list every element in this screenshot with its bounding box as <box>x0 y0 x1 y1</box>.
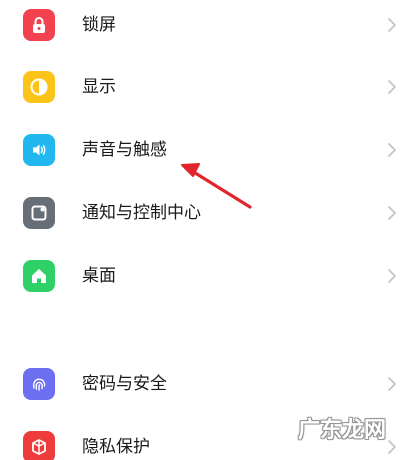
settings-item-label: 隐私保护 <box>82 437 150 457</box>
chevron-right-icon <box>388 440 396 454</box>
settings-item-label: 通知与控制中心 <box>82 203 201 223</box>
settings-item-notifications[interactable]: 通知与控制中心 <box>0 182 410 244</box>
display-icon <box>23 71 55 103</box>
settings-item-label: 密码与安全 <box>82 374 167 394</box>
chevron-right-icon <box>388 377 396 391</box>
chevron-right-icon <box>388 206 396 220</box>
settings-item-label: 锁屏 <box>82 15 116 35</box>
watermark: 广东龙网 <box>298 418 387 443</box>
home-icon <box>23 260 55 292</box>
settings-item-lock-screen[interactable]: 锁屏 <box>0 0 410 56</box>
notification-icon <box>23 197 55 229</box>
settings-item-label: 显示 <box>82 77 116 97</box>
settings-item-password-security[interactable]: 密码与安全 <box>0 353 410 415</box>
chevron-right-icon <box>388 143 396 157</box>
privacy-icon <box>23 431 55 460</box>
speaker-icon <box>23 134 55 166</box>
chevron-right-icon <box>388 80 396 94</box>
chevron-right-icon <box>388 269 396 283</box>
lock-icon <box>23 9 55 41</box>
settings-item-home-screen[interactable]: 桌面 <box>0 245 410 307</box>
settings-item-display[interactable]: 显示 <box>0 56 410 118</box>
chevron-right-icon <box>388 18 396 32</box>
settings-item-sound[interactable]: 声音与触感 <box>0 119 410 181</box>
fingerprint-icon <box>23 368 55 400</box>
section-gap <box>0 305 410 353</box>
settings-item-label: 声音与触感 <box>82 140 167 160</box>
settings-item-label: 桌面 <box>82 266 116 286</box>
